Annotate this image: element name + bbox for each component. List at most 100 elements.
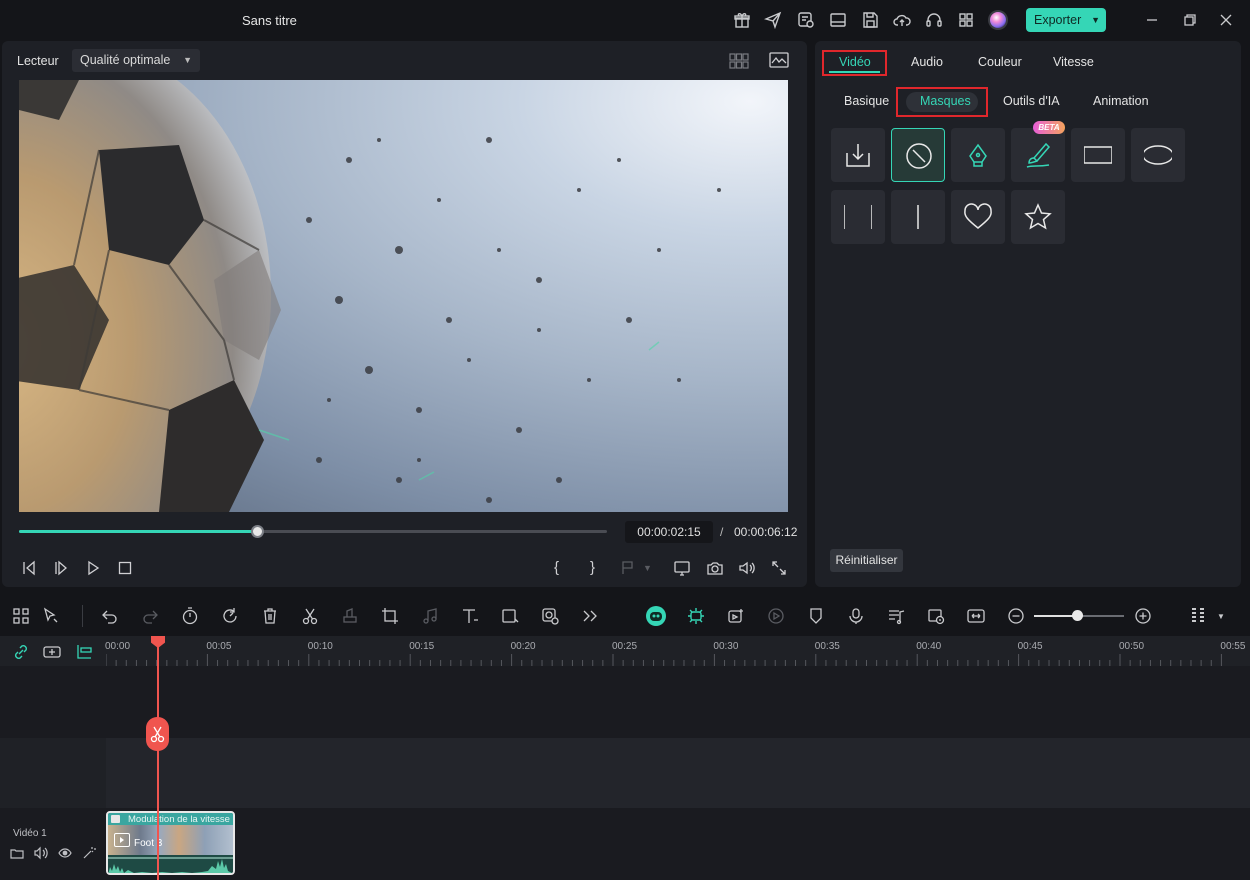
more-tools-icon[interactable]: [581, 607, 599, 625]
fullscreen-icon[interactable]: [770, 559, 788, 577]
tick-label: 00:05: [206, 641, 232, 652]
mask-heart[interactable]: [951, 190, 1005, 244]
video-preview[interactable]: [19, 80, 788, 512]
ai-copilot-icon[interactable]: [645, 605, 667, 627]
subtab-animation[interactable]: Animation: [1093, 94, 1149, 108]
playback-progress[interactable]: [19, 525, 607, 538]
active-tab-indicator: [829, 71, 880, 73]
zoom-in-icon[interactable]: [1134, 607, 1152, 625]
quality-dropdown[interactable]: Qualité optimale ▼: [72, 49, 200, 72]
audio-mix-icon[interactable]: [887, 607, 905, 625]
folder-lock-icon[interactable]: [10, 846, 24, 860]
current-time[interactable]: 00:00:02:15: [625, 521, 713, 543]
auto-enhance-icon[interactable]: [687, 607, 705, 625]
render-preview-icon[interactable]: [927, 607, 945, 625]
subtab-basique[interactable]: Basique: [844, 94, 889, 108]
mask-brush-ai[interactable]: [1011, 128, 1065, 182]
beta-badge: BETA: [1033, 121, 1065, 134]
microphone-icon[interactable]: [847, 607, 865, 625]
play-icon[interactable]: [84, 559, 102, 577]
undo-icon[interactable]: [101, 607, 119, 625]
zoom-knob[interactable]: [1072, 610, 1083, 621]
subtab-outils-ia[interactable]: Outils d'IA: [1003, 94, 1060, 108]
tab-video[interactable]: Vidéo: [839, 55, 871, 69]
media-library-icon[interactable]: [797, 11, 815, 29]
minimize-icon[interactable]: [1143, 11, 1161, 29]
progress-knob[interactable]: [251, 525, 265, 538]
track-volume-icon[interactable]: [34, 846, 48, 860]
smart-cutout-icon[interactable]: [541, 607, 559, 625]
grid-view-icon[interactable]: [729, 53, 749, 69]
save-icon[interactable]: [861, 11, 879, 29]
zoom-out-icon[interactable]: [1007, 607, 1025, 625]
mask-single-line[interactable]: [891, 190, 945, 244]
tab-vitesse[interactable]: Vitesse: [1053, 55, 1094, 69]
tick-label: 00:15: [409, 641, 435, 652]
mark-in-icon[interactable]: {: [554, 559, 572, 577]
track-label-video-1: Vidéo 1: [13, 828, 47, 839]
headset-icon[interactable]: [925, 11, 943, 29]
layout-icon[interactable]: [829, 11, 847, 29]
zoom-slider[interactable]: [1034, 610, 1124, 621]
title-bar: Sans titre Exporter ▼: [0, 0, 1250, 40]
stop-icon[interactable]: [116, 559, 134, 577]
time-ruler[interactable]: [106, 636, 1250, 666]
restore-icon[interactable]: [1181, 11, 1199, 29]
quality-value: Qualité optimale: [80, 53, 171, 67]
send-icon[interactable]: [764, 11, 782, 29]
mask-double-line[interactable]: [831, 190, 885, 244]
volume-icon[interactable]: [738, 559, 756, 577]
gift-icon[interactable]: [733, 11, 751, 29]
export-button[interactable]: Exporter ▼: [1026, 8, 1106, 32]
cloud-upload-icon[interactable]: [893, 11, 911, 29]
subtab-masques[interactable]: Masques: [920, 94, 971, 108]
mask-none[interactable]: [891, 128, 945, 182]
speed-ramp-icon[interactable]: [221, 607, 239, 625]
avatar[interactable]: [987, 9, 1009, 31]
eye-icon[interactable]: [58, 846, 72, 860]
close-icon[interactable]: [1217, 11, 1235, 29]
reset-button[interactable]: Réinitialiser: [830, 549, 903, 572]
link-icon[interactable]: [12, 643, 30, 661]
duration-timer-icon[interactable]: [181, 607, 199, 625]
playhead[interactable]: [157, 636, 159, 880]
mask-pen[interactable]: [951, 128, 1005, 182]
previous-frame-icon[interactable]: [20, 559, 38, 577]
next-frame-icon[interactable]: [52, 559, 70, 577]
shape-box-icon[interactable]: [501, 607, 519, 625]
tab-couleur[interactable]: Couleur: [978, 55, 1022, 69]
text-title-icon[interactable]: [461, 607, 479, 625]
display-settings-icon[interactable]: [673, 559, 691, 577]
shield-marker-icon[interactable]: [807, 607, 825, 625]
track-height-icon[interactable]: [1189, 607, 1207, 625]
mask-import[interactable]: [831, 128, 885, 182]
export-button-label: Exporter: [1034, 13, 1082, 27]
track-manager-icon[interactable]: [75, 643, 93, 661]
tick-label: 00:25: [612, 641, 638, 652]
mask-star[interactable]: [1011, 190, 1065, 244]
record-video-icon[interactable]: [727, 607, 745, 625]
add-track-icon[interactable]: [43, 643, 61, 661]
mask-ellipse[interactable]: [1131, 128, 1185, 182]
chevron-down-icon[interactable]: ▼: [1217, 612, 1235, 630]
play-thumbnail-icon: [114, 833, 130, 847]
scissors-split-icon[interactable]: [301, 607, 319, 625]
redo-icon: [141, 607, 159, 625]
delete-trash-icon[interactable]: [261, 607, 279, 625]
tick-label: 00:45: [1017, 641, 1043, 652]
mask-rectangle[interactable]: [1071, 128, 1125, 182]
tab-audio[interactable]: Audio: [911, 55, 943, 69]
snapshot-camera-icon[interactable]: [706, 559, 724, 577]
apps-grid-icon[interactable]: [957, 11, 975, 29]
mark-out-icon[interactable]: }: [590, 559, 608, 577]
fit-timeline-icon[interactable]: [967, 607, 985, 625]
crop-icon[interactable]: [381, 607, 399, 625]
playhead-split-button[interactable]: [146, 717, 169, 751]
layout-grid-icon[interactable]: [12, 607, 30, 625]
chevron-down-icon: ▼: [183, 55, 192, 65]
chevron-down-icon[interactable]: ▼: [1091, 8, 1100, 32]
video-clip[interactable]: Modulation de la vitesse Foot 3: [106, 811, 235, 875]
magic-wand-icon[interactable]: [82, 846, 96, 860]
select-pointer-icon[interactable]: [42, 607, 60, 625]
waveform-monitor-icon[interactable]: [769, 52, 789, 68]
